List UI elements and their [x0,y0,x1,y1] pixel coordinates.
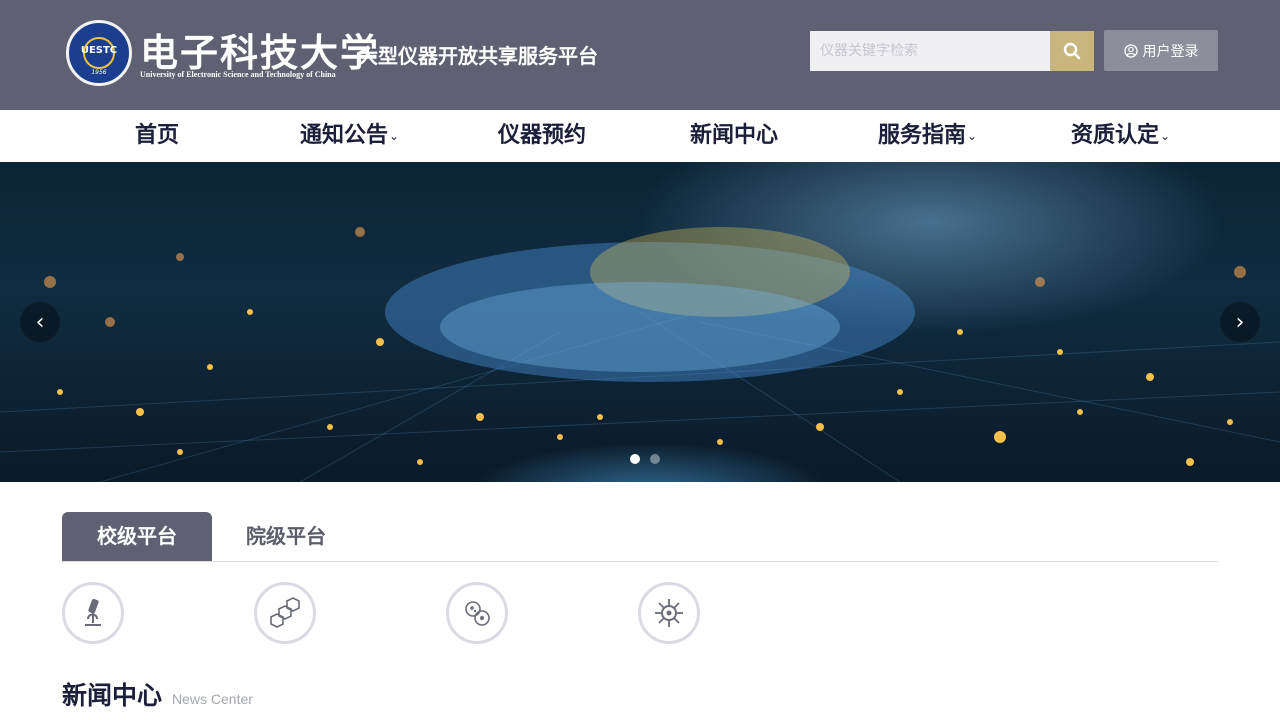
university-logo[interactable]: UESTC 1956 电子科技大学 University of Electron… [66,20,378,86]
banner-next-button[interactable]: › [1220,302,1260,342]
news-section-header: 新闻中心 News Center [62,676,253,716]
tab-college-platform[interactable]: 院级平台 [212,512,360,561]
main-nav: 首页 通知公告⌄ 仪器预约 新闻中心 服务指南⌄ 资质认定⌄ [0,110,1280,162]
platform-icon-circle [446,582,508,644]
chevron-down-icon: ⌄ [1160,129,1171,143]
nav-certification[interactable]: 资质认定⌄ [1071,110,1170,162]
nav-label: 首页 [135,123,180,148]
emblem-icon: UESTC 1956 [66,20,132,86]
login-button[interactable]: 用户登录 [1104,30,1218,71]
search-button[interactable] [1050,31,1094,71]
nav-label: 服务指南 [878,123,967,148]
search-input[interactable] [810,31,1050,71]
chevron-down-icon: ⌄ [389,129,400,143]
platform-item[interactable] [446,582,596,664]
platform-title: 大型仪器开放共享服务平台 [358,44,598,68]
banner-dot-1[interactable] [630,454,640,464]
nav-label: 通知公告 [300,123,389,148]
platform-item[interactable] [254,582,404,664]
hero-banner[interactable]: ‹ › [0,162,1280,482]
platform-icon-circle [62,582,124,644]
nav-label: 仪器预约 [498,123,587,148]
platform-icon-circle [638,582,700,644]
molecule-icon [270,597,300,628]
chevron-left-icon: ‹ [35,309,45,335]
emblem-text: UESTC [80,45,118,56]
chevron-right-icon: › [1235,309,1245,335]
news-title: 新闻中心 [62,681,163,710]
user-icon [1123,43,1138,58]
banner-dot-2[interactable] [650,454,660,464]
chevron-down-icon: ⌄ [967,129,978,143]
login-label: 用户登录 [1142,43,1199,60]
tab-school-platform[interactable]: 校级平台 [62,512,212,561]
banner-pagination [630,454,660,464]
nav-instrument-booking[interactable]: 仪器预约 [498,110,586,162]
news-subtitle: News Center [172,691,253,707]
search-icon [1063,42,1081,60]
nav-label: 资质认定 [1071,123,1160,148]
nav-service-guide[interactable]: 服务指南⌄ [878,110,977,162]
platform-item[interactable] [638,582,788,664]
banner-image [0,227,1280,482]
cells-icon [465,601,490,626]
platform-item[interactable] [62,582,212,664]
nav-label: 新闻中心 [690,123,779,148]
platform-tabs: 校级平台 院级平台 [62,512,1218,562]
platform-icon-circle [254,582,316,644]
university-name-en: University of Electronic Science and Tec… [140,70,336,79]
emblem-year: 1956 [91,69,107,76]
site-header: UESTC 1956 电子科技大学 University of Electron… [0,0,1280,110]
banner-prev-button[interactable]: ‹ [20,302,60,342]
virus-icon [655,599,683,627]
university-name-cn: 电子科技大学 [140,30,381,75]
nav-news[interactable]: 新闻中心 [690,110,778,162]
nav-home[interactable]: 首页 [135,110,179,162]
platform-list [62,582,1218,664]
microscope-icon [85,598,101,626]
nav-notices[interactable]: 通知公告⌄ [300,110,399,162]
